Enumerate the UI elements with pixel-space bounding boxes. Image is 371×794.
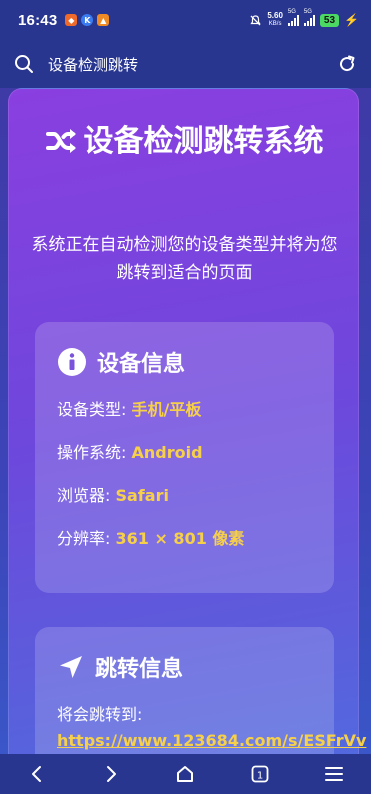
browser-bottom-nav: 1 xyxy=(0,754,371,794)
notification-icons: ◆ K ▲ xyxy=(65,14,110,26)
forward-button[interactable] xyxy=(91,754,131,794)
charging-icon: ⚡ xyxy=(344,13,359,27)
app-notification-icon: K xyxy=(81,14,94,26)
back-button[interactable] xyxy=(17,754,57,794)
redirect-info-card: 跳转信息 将会跳转到: https://www.123684.com/s/ESF… xyxy=(35,627,366,754)
signal-type-label: 5G xyxy=(303,9,312,15)
info-circle-icon xyxy=(57,347,87,377)
device-info-header: 设备信息 xyxy=(57,346,312,378)
chevron-right-icon xyxy=(107,766,117,782)
status-time: 16:43 xyxy=(18,11,58,29)
device-type-row: 设备类型: 手机/平板 xyxy=(57,400,312,420)
menu-button[interactable] xyxy=(314,754,354,794)
main-container: 设备检测跳转系统 系统正在自动检测您的设备类型并将为您跳转到适合的页面 设备信息… xyxy=(8,88,366,754)
browser-label: 浏览器: xyxy=(57,486,116,505)
menu-icon xyxy=(324,767,343,781)
mute-icon xyxy=(250,14,261,25)
device-info-heading: 设备信息 xyxy=(97,352,186,377)
device-info-card: 设备信息 设备类型: 手机/平板 操作系统: Android 浏览器: Safa… xyxy=(35,322,334,593)
app-notification-icon: ◆ xyxy=(65,14,78,26)
resolution-label: 分辨率: xyxy=(57,529,116,548)
tabs-button[interactable]: 1 xyxy=(240,754,280,794)
page-title-text: 设备检测跳转系统 xyxy=(83,124,324,159)
page-subtitle: 系统正在自动检测您的设备类型并将为您跳转到适合的页面 xyxy=(31,235,338,283)
address-text[interactable]: 设备检测跳转 xyxy=(48,54,138,75)
signal-icon: 5G xyxy=(303,9,315,26)
status-bar: 16:43 ◆ K ▲ 5.60 KB/s 5G 5G 53 ⚡ xyxy=(0,0,371,40)
battery-icon: 53 xyxy=(319,13,340,27)
address-bar[interactable]: 设备检测跳转 xyxy=(0,40,371,88)
signal-type-label: 5G xyxy=(287,9,296,15)
redirect-url-link[interactable]: https://www.123684.com/s/ESFrVv xyxy=(57,731,366,750)
network-speed: 5.60 KB/s xyxy=(267,12,283,28)
browser-row: 浏览器: Safari xyxy=(57,486,312,506)
home-button[interactable] xyxy=(165,754,205,794)
search-icon[interactable] xyxy=(14,54,34,74)
location-arrow-icon xyxy=(57,653,85,681)
device-type-value: 手机/平板 xyxy=(131,400,202,419)
redirect-info-heading: 跳转信息 xyxy=(95,657,184,682)
redirect-label: 将会跳转到: xyxy=(57,705,143,724)
status-indicators: 5.60 KB/s 5G 5G 53 ⚡ xyxy=(249,9,359,28)
shuffle-icon xyxy=(45,129,76,153)
os-value: Android xyxy=(131,443,203,462)
resolution-row: 分辨率: 361 × 801 像素 xyxy=(57,529,312,549)
tabs-icon: 1 xyxy=(251,765,269,783)
network-speed-unit: KB/s xyxy=(268,21,282,27)
device-type-label: 设备类型: xyxy=(57,400,132,419)
browser-value: Safari xyxy=(115,486,169,505)
resolution-value: 361 × 801 像素 xyxy=(115,529,245,548)
app-notification-icon: ▲ xyxy=(97,14,110,26)
web-page: 设备检测跳转系统 系统正在自动检测您的设备类型并将为您跳转到适合的页面 设备信息… xyxy=(0,88,371,754)
tab-count: 1 xyxy=(256,771,262,782)
os-label: 操作系统: xyxy=(57,443,132,462)
chevron-left-icon xyxy=(32,766,42,782)
page-title: 设备检测跳转系统 xyxy=(9,119,360,165)
home-icon xyxy=(177,766,194,782)
network-speed-value: 5.60 xyxy=(267,11,283,20)
signal-icon: 5G xyxy=(287,9,299,26)
redirect-info-header: 跳转信息 xyxy=(57,651,312,683)
os-row: 操作系统: Android xyxy=(57,443,312,463)
reload-icon[interactable] xyxy=(337,54,357,74)
